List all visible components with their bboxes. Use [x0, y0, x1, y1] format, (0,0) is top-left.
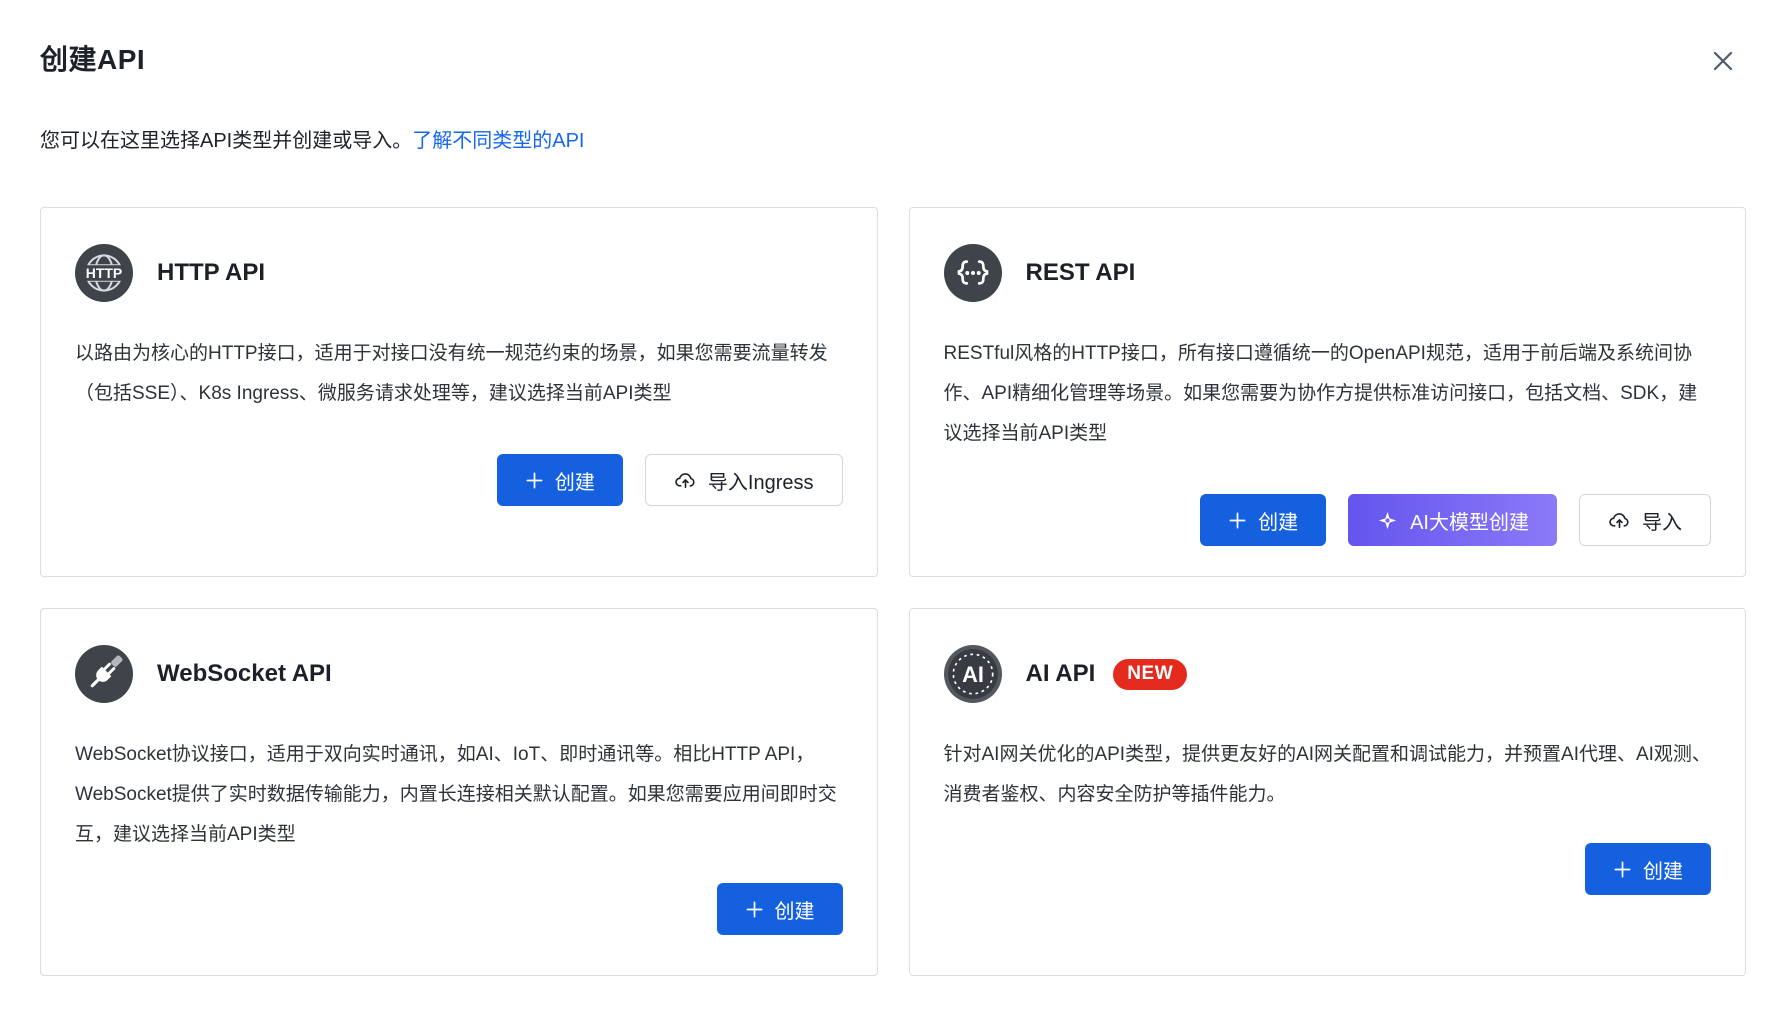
rest-ai-llm-create-button[interactable]: AI大模型创建: [1348, 494, 1557, 546]
card-http-head: HTTP HTTP API: [75, 244, 843, 302]
card-actions-http: 创建 导入Ingress: [75, 454, 843, 506]
svg-text:AI: AI: [962, 662, 984, 687]
card-websocket-head: WebSocket API: [75, 645, 843, 703]
plus-icon: [1613, 860, 1632, 879]
websocket-create-button[interactable]: 创建: [717, 883, 843, 935]
ai-sparkle-icon: [1376, 509, 1399, 532]
ai-create-label: 创建: [1643, 855, 1683, 884]
subtitle-text: 您可以在这里选择API类型并创建或导入。: [40, 130, 412, 152]
plug-icon: [75, 645, 133, 703]
plus-icon: [1228, 511, 1247, 530]
card-actions-rest: 创建 AI大模型创建 导入: [944, 494, 1712, 546]
card-title-rest: REST API: [1026, 259, 1136, 287]
close-button[interactable]: [1708, 46, 1738, 76]
modal-header: 创建API: [40, 38, 1746, 78]
card-rest-api: REST API RESTful风格的HTTP接口，所有接口遵循统一的OpenA…: [909, 207, 1747, 577]
card-actions-websocket: 创建: [75, 883, 843, 935]
card-ai-head: AI AI API NEW: [944, 645, 1712, 703]
page-title: 创建API: [40, 38, 145, 78]
curly-braces-icon: [944, 244, 1002, 302]
plus-icon: [745, 900, 764, 919]
ai-create-button[interactable]: 创建: [1585, 843, 1711, 895]
http-import-ingress-label: 导入Ingress: [708, 466, 814, 495]
card-desc-rest: RESTful风格的HTTP接口，所有接口遵循统一的OpenAPI规范，适用于前…: [944, 334, 1712, 454]
svg-text:HTTP: HTTP: [86, 265, 122, 281]
rest-create-label: 创建: [1258, 506, 1298, 535]
card-websocket-api: WebSocket API WebSocket协议接口，适用于双向实时通讯，如A…: [40, 608, 878, 976]
http-create-button[interactable]: 创建: [497, 454, 623, 506]
card-title-ai: AI API: [1026, 660, 1096, 688]
card-ai-api: AI AI API NEW 针对AI网关优化的API类型，提供更友好的AI网关配…: [909, 608, 1747, 976]
card-rest-head: REST API: [944, 244, 1712, 302]
card-title-websocket: WebSocket API: [157, 660, 332, 688]
cloud-upload-icon: [674, 469, 697, 492]
card-desc-http: 以路由为核心的HTTP接口，适用于对接口没有统一规范约束的场景，如果您需要流量转…: [75, 334, 843, 414]
cloud-upload-icon: [1608, 509, 1631, 532]
card-desc-websocket: WebSocket协议接口，适用于双向实时通讯，如AI、IoT、即时通讯等。相比…: [75, 735, 843, 855]
card-http-api: HTTP HTTP API 以路由为核心的HTTP接口，适用于对接口没有统一规范…: [40, 207, 878, 577]
rest-create-button[interactable]: 创建: [1200, 494, 1326, 546]
card-desc-ai: 针对AI网关优化的API类型，提供更友好的AI网关配置和调试能力，并预置AI代理…: [944, 735, 1712, 815]
ai-circle-icon: AI: [944, 645, 1002, 703]
api-type-grid: HTTP HTTP API 以路由为核心的HTTP接口，适用于对接口没有统一规范…: [40, 207, 1746, 976]
learn-api-types-link[interactable]: 了解不同类型的API: [412, 130, 584, 152]
rest-import-button[interactable]: 导入: [1579, 494, 1711, 546]
websocket-create-label: 创建: [775, 895, 815, 924]
card-title-http: HTTP API: [157, 259, 265, 287]
modal-subtitle: 您可以在这里选择API类型并创建或导入。了解不同类型的API: [40, 124, 1746, 153]
http-globe-icon: HTTP: [75, 244, 133, 302]
plus-icon: [525, 471, 544, 490]
rest-ai-llm-create-label: AI大模型创建: [1410, 506, 1529, 535]
rest-import-label: 导入: [1642, 506, 1682, 535]
create-api-modal: 创建API 您可以在这里选择API类型并创建或导入。了解不同类型的API: [0, 0, 1786, 1020]
http-create-label: 创建: [555, 466, 595, 495]
close-icon: [1710, 48, 1736, 74]
new-badge: NEW: [1113, 659, 1187, 690]
http-import-ingress-button[interactable]: 导入Ingress: [645, 454, 843, 506]
card-actions-ai: 创建: [944, 843, 1712, 895]
